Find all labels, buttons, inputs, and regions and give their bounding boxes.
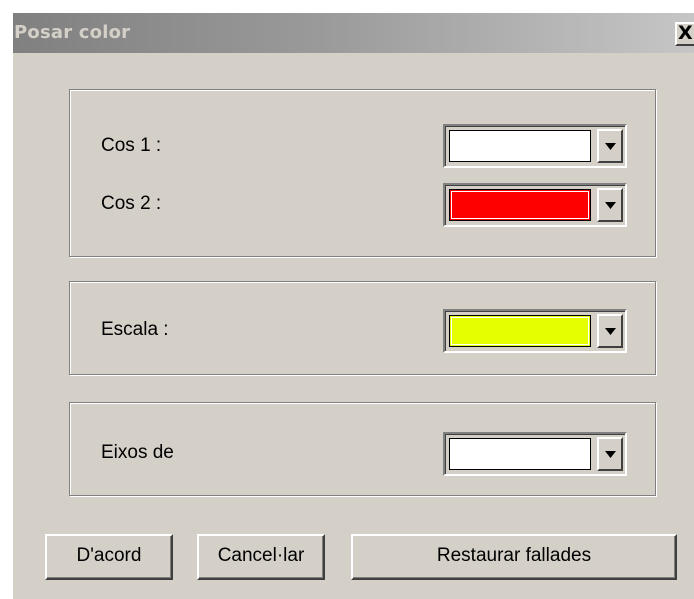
escala-label: Escala : [101, 319, 169, 340]
eixos-dropdown-button[interactable] [597, 437, 623, 471]
cos-2-color-select[interactable] [443, 183, 627, 227]
escala-dropdown-button[interactable] [597, 314, 623, 348]
escala-color-select[interactable] [443, 309, 627, 353]
cos-2-color-swatch [449, 189, 591, 221]
cos-group [69, 89, 656, 257]
cos-1-color-select[interactable] [443, 124, 627, 168]
eixos-color-select[interactable] [443, 432, 627, 476]
ok-button[interactable]: D'acord [45, 534, 173, 580]
close-icon: X [678, 22, 693, 44]
cos-2-dropdown-button[interactable] [597, 188, 623, 222]
triangle-down-icon [605, 143, 616, 150]
cos-1-color-swatch [449, 130, 591, 162]
close-button[interactable]: X [675, 22, 694, 46]
cos-1-dropdown-button[interactable] [597, 129, 623, 163]
cos-2-label: Cos 2 : [101, 193, 162, 214]
restore-defaults-button[interactable]: Restaurar fallades [351, 534, 677, 580]
posar-color-dialog: Posar color X Cos 1 : Cos 2 : Escala : E… [12, 12, 694, 599]
triangle-down-icon [605, 451, 616, 458]
eixos-color-swatch [449, 438, 591, 470]
escala-color-swatch [449, 315, 591, 347]
title-bar: Posar color X [13, 13, 694, 53]
dialog-title: Posar color [14, 22, 131, 43]
cos-1-label: Cos 1 : [101, 135, 162, 156]
triangle-down-icon [605, 202, 616, 209]
cancel-button[interactable]: Cancel·lar [197, 534, 325, 580]
triangle-down-icon [605, 328, 616, 335]
eixos-label: Eixos de [101, 442, 174, 463]
